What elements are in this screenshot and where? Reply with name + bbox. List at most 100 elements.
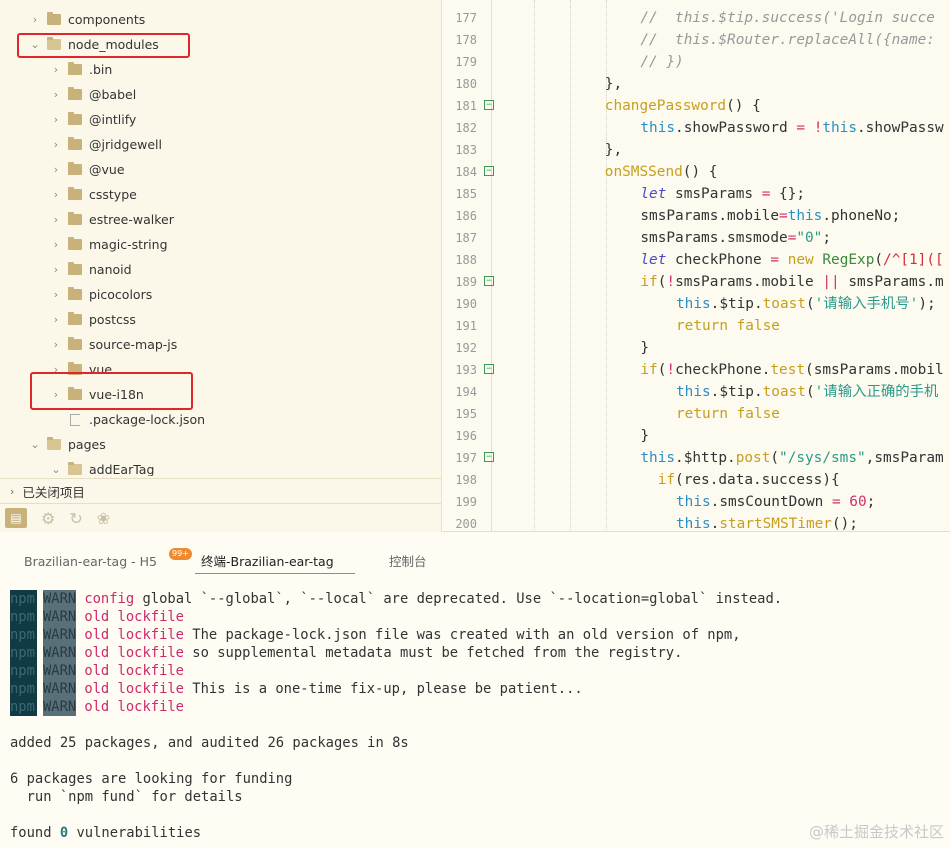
- code-token: },: [604, 76, 623, 92]
- code-token: =: [779, 208, 788, 224]
- fold-collapse-icon[interactable]: −: [484, 100, 494, 110]
- tree-item-label: @intlify: [89, 112, 137, 127]
- code-token: .phoneNo;: [822, 208, 901, 224]
- line-number: 195: [455, 407, 477, 421]
- fold-collapse-icon[interactable]: −: [484, 364, 494, 374]
- chevron-right-icon: ›: [10, 484, 15, 498]
- tree-item[interactable]: ⌄ addEarTag: [0, 457, 440, 476]
- code-token: "0": [796, 230, 823, 246]
- tree-item-label: .bin: [89, 62, 113, 77]
- code-line: 191 return false: [443, 315, 950, 337]
- code-line: 184− onSMSSend() {: [443, 161, 950, 183]
- fold-collapse-icon[interactable]: −: [484, 166, 494, 176]
- chevron-down-icon[interactable]: ⌄: [50, 463, 62, 476]
- tree-item-label: components: [68, 12, 146, 27]
- tree-item-label: magic-string: [89, 237, 168, 252]
- fold-collapse-icon[interactable]: −: [484, 276, 494, 286]
- code-text: this.showPassword = !this.showPassw: [640, 117, 943, 139]
- chevron-right-icon[interactable]: ›: [50, 113, 62, 126]
- code-token: ,smsParam: [865, 450, 944, 466]
- tab-h5[interactable]: Brazilian-ear-tag - H5 99+: [24, 548, 192, 574]
- code-token: smsParams.mobile: [640, 208, 780, 224]
- closed-projects[interactable]: › 已关闭项目: [0, 478, 441, 503]
- warn-badge: WARN: [43, 608, 77, 626]
- npm-badge: npm: [10, 662, 37, 680]
- chevron-right-icon[interactable]: ›: [50, 188, 62, 201]
- warn-line: npm WARN old lockfile: [10, 608, 950, 626]
- tree-item[interactable]: › @vue: [0, 157, 440, 182]
- tree-item[interactable]: › postcss: [0, 307, 440, 332]
- tab-terminal[interactable]: 终端-Brazilian-ear-tag: [195, 548, 355, 574]
- tree-item-label: csstype: [89, 187, 137, 202]
- debug-bug-icon[interactable]: ⚙: [41, 509, 55, 528]
- code-token: .$http.: [675, 450, 736, 466]
- warn-tag: config: [84, 591, 135, 607]
- chevron-right-icon[interactable]: ›: [50, 63, 62, 76]
- code-token: smsParams.mobile: [675, 274, 823, 290]
- code-text: this.$http.post("/sys/sms",smsParam: [640, 447, 943, 469]
- line-number: 184: [455, 165, 477, 179]
- chevron-down-icon[interactable]: ⌄: [29, 438, 41, 451]
- code-line: 195 return false: [443, 403, 950, 425]
- tree-item[interactable]: › picocolors: [0, 282, 440, 307]
- chevron-right-icon[interactable]: ›: [50, 213, 62, 226]
- warn-badge: WARN: [43, 680, 77, 698]
- code-token: .smsCountDown: [710, 494, 832, 510]
- chevron-right-icon[interactable]: ›: [29, 13, 41, 26]
- chevron-right-icon[interactable]: ›: [50, 163, 62, 176]
- chevron-right-icon[interactable]: ›: [50, 313, 62, 326]
- code-editor[interactable]: 177 // this.$tip.success('Login succe 178 /…: [443, 0, 950, 532]
- tree-item[interactable]: › @babel: [0, 82, 440, 107]
- tree-item[interactable]: › @jridgewell: [0, 132, 440, 157]
- terminal-output[interactable]: npm WARN config global `--global`, `--loc…: [10, 590, 950, 842]
- code-token: let: [640, 252, 667, 268]
- code-token: (: [874, 252, 884, 268]
- tree-item[interactable]: .package-lock.json: [0, 407, 440, 432]
- tree-item[interactable]: › csstype: [0, 182, 440, 207]
- tree-item[interactable]: › magic-string: [0, 232, 440, 257]
- refresh-run-icon[interactable]: ↻: [69, 509, 82, 528]
- code-line: 194 this.$tip.toast('请输入正确的手机: [443, 381, 950, 403]
- code-token: if: [640, 274, 658, 290]
- tab-console[interactable]: 控制台: [389, 548, 427, 574]
- chevron-right-icon[interactable]: ›: [50, 288, 62, 301]
- code-token: test: [770, 362, 806, 378]
- code-token: (smsParams.mobil: [805, 362, 944, 378]
- tree-item[interactable]: › source-map-js: [0, 332, 440, 357]
- found-suffix: vulnerabilities: [68, 825, 202, 841]
- code-token: smsParams.m: [839, 274, 944, 290]
- tree-item[interactable]: › nanoid: [0, 257, 440, 282]
- line-number: 199: [455, 495, 477, 509]
- folder-icon: [68, 112, 82, 125]
- code-text: }: [640, 337, 649, 359]
- line-number: 182: [455, 121, 477, 135]
- project-manager-icon[interactable]: ▤: [5, 508, 27, 528]
- code-token: !: [666, 362, 676, 378]
- tree-item[interactable]: › @intlify: [0, 107, 440, 132]
- chevron-right-icon[interactable]: ›: [50, 338, 62, 351]
- chevron-right-icon[interactable]: ›: [50, 238, 62, 251]
- line-number: 187: [455, 231, 477, 245]
- code-token: this: [676, 494, 711, 510]
- code-token: (: [805, 296, 815, 312]
- chevron-right-icon[interactable]: ›: [50, 88, 62, 101]
- tree-item[interactable]: › .bin: [0, 57, 440, 82]
- code-line: 198 if(res.data.success){: [443, 469, 950, 491]
- tree-item[interactable]: › components: [0, 7, 440, 32]
- chevron-right-icon[interactable]: ›: [50, 263, 62, 276]
- code-line: 185 let smsParams = {};: [443, 183, 950, 205]
- folder-icon: [68, 62, 82, 75]
- fund-hint-line: run `npm fund` for details: [10, 789, 243, 805]
- tree-item-label: nanoid: [89, 262, 132, 277]
- plugin-icon[interactable]: ❀: [97, 509, 110, 528]
- code-token: .$tip.: [710, 384, 763, 400]
- tree-item[interactable]: › estree-walker: [0, 207, 440, 232]
- tree-item-label: pages: [68, 437, 106, 452]
- folder-icon: [68, 87, 82, 100]
- folder-icon: [68, 462, 82, 475]
- fold-collapse-icon[interactable]: −: [484, 452, 494, 462]
- code-text: // this.$Router.replaceAll({name:: [640, 29, 935, 51]
- tree-item[interactable]: ⌄ pages: [0, 432, 440, 457]
- chevron-right-icon[interactable]: ›: [50, 138, 62, 151]
